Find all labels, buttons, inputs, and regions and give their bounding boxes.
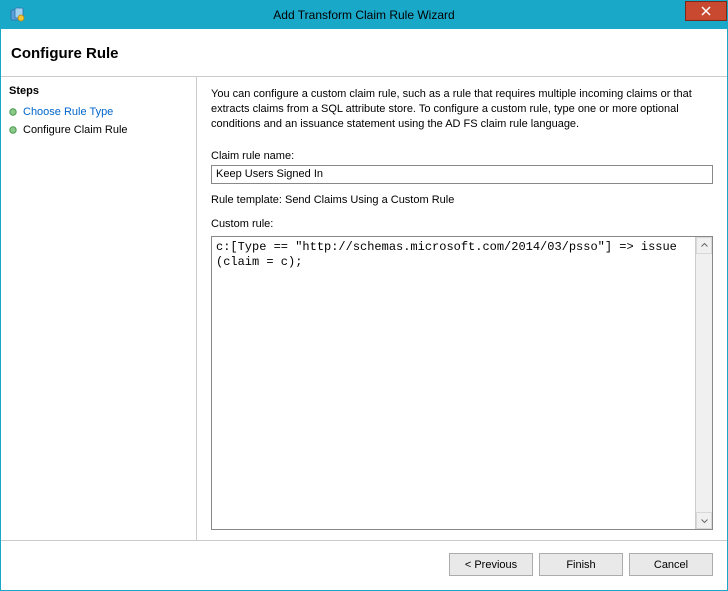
- chevron-down-icon: [701, 519, 708, 523]
- claim-rule-name-input[interactable]: [211, 165, 713, 184]
- custom-rule-textarea[interactable]: [212, 237, 695, 529]
- scrollbar: [695, 237, 712, 529]
- custom-rule-wrap: [211, 236, 713, 530]
- step-label: Choose Rule Type: [23, 106, 113, 118]
- app-icon: [9, 7, 25, 23]
- custom-rule-label: Custom rule:: [211, 218, 713, 230]
- titlebar: Add Transform Claim Rule Wizard: [1, 1, 727, 29]
- step-choose-rule-type[interactable]: Choose Rule Type: [9, 103, 188, 121]
- scroll-down-button[interactable]: [696, 512, 712, 529]
- step-bullet-icon: [9, 126, 17, 134]
- intro-text: You can configure a custom claim rule, s…: [211, 87, 713, 132]
- chevron-up-icon: [701, 243, 708, 247]
- close-button[interactable]: [685, 1, 727, 21]
- steps-heading: Steps: [9, 85, 188, 97]
- step-bullet-icon: [9, 108, 17, 116]
- window-title: Add Transform Claim Rule Wizard: [1, 8, 727, 22]
- previous-button[interactable]: < Previous: [449, 553, 533, 576]
- cancel-button[interactable]: Cancel: [629, 553, 713, 576]
- close-icon: [701, 6, 711, 16]
- page-title: Configure Rule: [11, 45, 717, 62]
- page-header: Configure Rule: [1, 29, 727, 77]
- main-panel: You can configure a custom claim rule, s…: [197, 77, 727, 540]
- step-label: Configure Claim Rule: [23, 124, 128, 136]
- footer: < Previous Finish Cancel: [1, 540, 727, 590]
- rule-template-text: Rule template: Send Claims Using a Custo…: [211, 194, 713, 206]
- wizard-window: Add Transform Claim Rule Wizard Configur…: [0, 0, 728, 591]
- finish-button[interactable]: Finish: [539, 553, 623, 576]
- body: Steps Choose Rule Type Configure Claim R…: [1, 77, 727, 540]
- step-configure-claim-rule[interactable]: Configure Claim Rule: [9, 121, 188, 139]
- claim-rule-name-label: Claim rule name:: [211, 150, 713, 162]
- scroll-up-button[interactable]: [696, 237, 712, 254]
- steps-sidebar: Steps Choose Rule Type Configure Claim R…: [1, 77, 197, 540]
- custom-rule-frame: [211, 236, 713, 530]
